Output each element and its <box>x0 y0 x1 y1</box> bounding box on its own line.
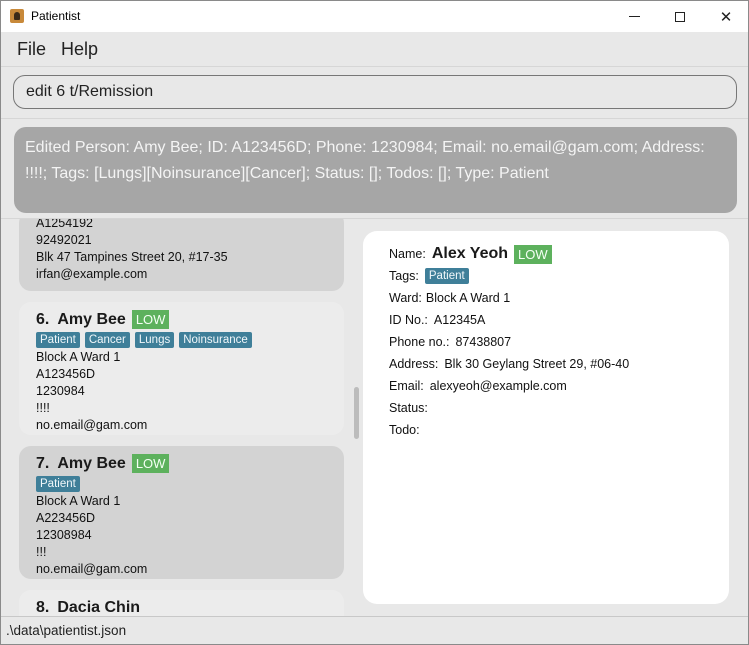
detail-id-row: ID No.: A12345A <box>389 309 703 331</box>
detail-name-row: Name: Alex Yeoh LOW <box>389 243 703 265</box>
card-phone: 12308984 <box>36 528 92 542</box>
detail-todo-label: Todo: <box>389 423 420 437</box>
title-bar: Patientist ✕ <box>1 1 748 32</box>
detail-tags-label: Tags: <box>389 269 419 283</box>
detail-id-label: ID No.: <box>389 313 428 327</box>
detail-todo-row: Todo: <box>389 419 703 441</box>
list-scrollbar[interactable] <box>354 387 359 439</box>
window-title: Patientist <box>31 9 81 23</box>
card-tags: Patient <box>36 476 327 492</box>
tag: Patient <box>36 476 80 492</box>
close-button[interactable]: ✕ <box>703 1 749 32</box>
result-area: Edited Person: Amy Bee; ID: A123456D; Ph… <box>1 118 748 218</box>
patient-list[interactable]: A1254192 92492021 Blk 47 Tampines Street… <box>1 219 363 617</box>
menu-bar: File Help <box>1 32 748 66</box>
detail-ward-row: Ward: Block A Ward 1 <box>389 287 703 309</box>
list-item[interactable]: 6. Amy Bee LOW Patient Cancer Lungs Noin… <box>19 302 344 435</box>
list-item[interactable]: A1254192 92492021 Blk 47 Tampines Street… <box>19 219 344 291</box>
detail-ward-label: Ward: <box>389 291 422 305</box>
command-input[interactable] <box>13 75 737 109</box>
tag: Noinsurance <box>179 332 252 348</box>
app-window: Patientist ✕ File Help Edited Person: Am… <box>0 0 749 645</box>
card-id: A1254192 <box>36 219 94 230</box>
command-area <box>1 66 748 118</box>
card-index: 7. <box>36 454 50 472</box>
minimize-icon <box>628 16 640 17</box>
card-name: Amy Bee <box>57 454 126 472</box>
card-title: 6. Amy Bee LOW <box>36 308 327 330</box>
detail-phone-row: Phone no.: 87438807 <box>389 331 703 353</box>
detail-phone: 87438807 <box>455 335 512 349</box>
minimize-button[interactable] <box>611 1 657 32</box>
card-id: A223456D <box>36 511 96 525</box>
card-ward: Block A Ward 1 <box>36 494 121 508</box>
tag: Cancer <box>84 332 130 348</box>
app-icon <box>10 9 24 23</box>
priority-badge: LOW <box>131 453 170 473</box>
card-address: !!!! <box>36 401 50 415</box>
detail-address-label: Address: <box>389 357 439 371</box>
card-phone: 1230984 <box>36 384 85 398</box>
card-title: 8. Dacia Chin <box>36 596 327 617</box>
detail-name: Alex Yeoh <box>431 245 509 262</box>
tag: Lungs <box>134 332 175 348</box>
patient-detail-panel: Name: Alex Yeoh LOW Tags: Patient Ward: … <box>363 231 729 604</box>
priority-badge: LOW <box>131 309 170 329</box>
card-address: Blk 47 Tampines Street 20, #17-35 <box>36 250 228 264</box>
detail-tags-row: Tags: Patient <box>389 265 703 287</box>
card-ward: Block A Ward 1 <box>36 350 121 364</box>
detail-address: Blk 30 Geylang Street 29, #06-40 <box>444 357 630 371</box>
list-item[interactable]: 7. Amy Bee LOW Patient Block A Ward 1 A2… <box>19 446 344 579</box>
tag: Patient <box>36 332 80 348</box>
card-name: Dacia Chin <box>57 598 141 616</box>
tag: Patient <box>424 268 469 284</box>
card-index: 8. <box>36 598 50 616</box>
card-index: 6. <box>36 310 50 328</box>
card-email: irfan@example.com <box>36 267 148 281</box>
card-title: 7. Amy Bee LOW <box>36 452 327 474</box>
card-id: A123456D <box>36 367 96 381</box>
card-name: Amy Bee <box>57 310 126 328</box>
detail-email: alexyeoh@example.com <box>429 379 567 393</box>
detail-address-row: Address: Blk 30 Geylang Street 29, #06-4… <box>389 353 703 375</box>
detail-name-label: Name: <box>389 247 426 261</box>
card-email: no.email@gam.com <box>36 562 148 576</box>
card-phone: 92492021 <box>36 233 92 247</box>
menu-help[interactable]: Help <box>61 39 98 60</box>
card-tags: Patient Cancer Lungs Noinsurance <box>36 332 327 348</box>
detail-phone-label: Phone no.: <box>389 335 450 349</box>
detail-email-label: Email: <box>389 379 424 393</box>
detail-id: A12345A <box>433 313 486 327</box>
detail-status-label: Status: <box>389 401 428 415</box>
result-display: Edited Person: Amy Bee; ID: A123456D; Ph… <box>14 127 737 213</box>
main-area: A1254192 92492021 Blk 47 Tampines Street… <box>1 218 748 617</box>
detail-email-row: Email: alexyeoh@example.com <box>389 375 703 397</box>
detail-ward: Block A Ward 1 <box>425 291 511 305</box>
menu-file[interactable]: File <box>17 39 46 60</box>
maximize-icon <box>675 11 685 22</box>
detail-priority-badge: LOW <box>514 244 552 264</box>
status-bar: .\data\patientist.json <box>1 616 748 644</box>
maximize-button[interactable] <box>657 1 703 32</box>
card-email: no.email@gam.com <box>36 418 148 432</box>
list-item[interactable]: 8. Dacia Chin <box>19 590 344 617</box>
close-icon: ✕ <box>719 7 733 26</box>
card-address: !!! <box>36 545 47 559</box>
detail-status-row: Status: <box>389 397 703 419</box>
